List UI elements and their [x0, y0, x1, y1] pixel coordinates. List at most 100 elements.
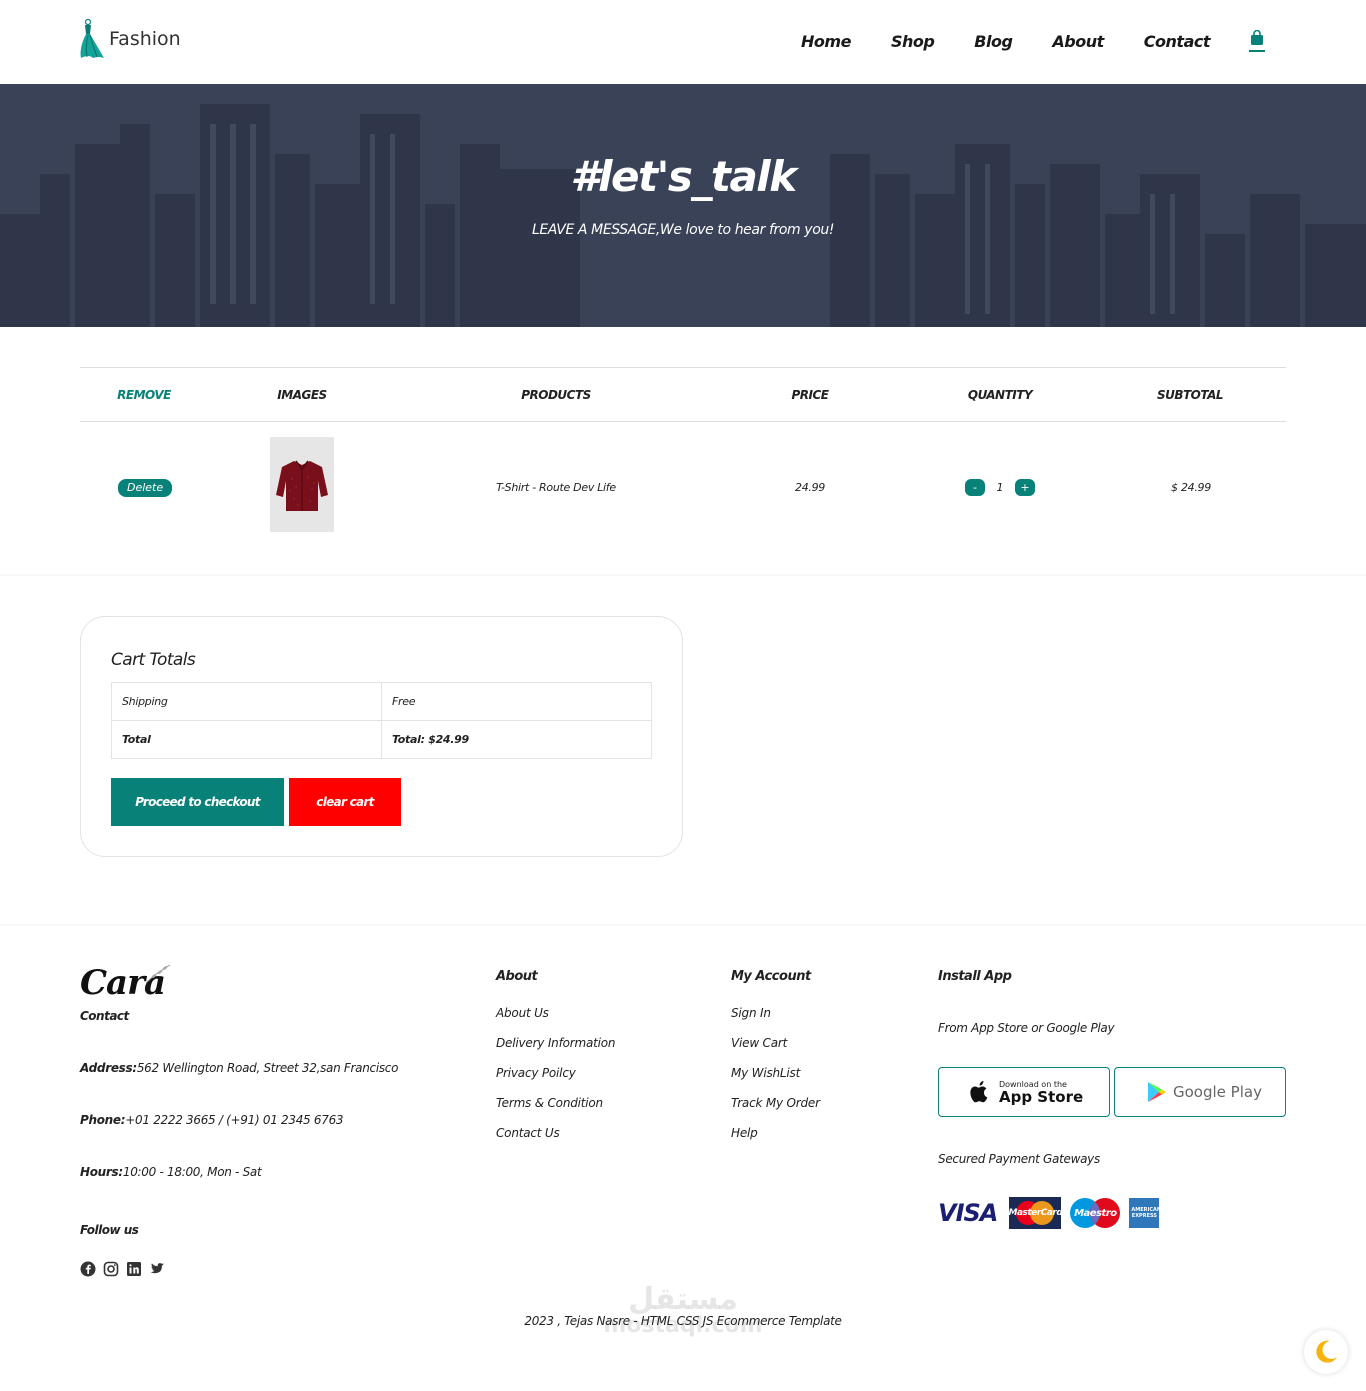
- proceed-checkout-button[interactable]: Proceed to checkout: [111, 778, 284, 826]
- site-logo[interactable]: Fashion: [79, 18, 181, 60]
- mastercard-text: MasterCard: [1008, 1208, 1063, 1218]
- watermark-arabic: مستقل: [628, 1282, 738, 1317]
- social-links: [80, 1261, 165, 1277]
- address-label: Address:: [80, 1061, 137, 1075]
- instagram-icon[interactable]: [103, 1261, 119, 1277]
- quantity-stepper: - 1 +: [965, 479, 1035, 496]
- section-divider: [0, 924, 1366, 926]
- maestro-text: Maestro: [1074, 1207, 1117, 1219]
- hours-label: Hours:: [80, 1165, 123, 1179]
- account-title: My Account: [731, 969, 811, 984]
- shipping-row: Shipping Free: [111, 682, 652, 721]
- address-value: 562 Wellington Road, Street 32,san Franc…: [136, 1061, 399, 1075]
- footer-brand-logo[interactable]: Cara: [80, 963, 171, 1003]
- product-price: 24.99: [795, 481, 825, 494]
- apple-icon: [970, 1081, 988, 1103]
- google-play-text: Google Play: [1173, 1083, 1262, 1101]
- address-line: Address:562 Wellington Road, Street 32,s…: [80, 1061, 398, 1075]
- mostaql-watermark: مستقل mostaql.com: [0, 1282, 1366, 1338]
- dress-logo-icon: [80, 18, 104, 58]
- delete-button[interactable]: Delete: [118, 479, 173, 497]
- phone-line: Phone:+01 2222 3665 / (+91) 01 2345 6763: [80, 1113, 344, 1127]
- total-value: Total: $24.99: [381, 720, 652, 759]
- col-remove: REMOVE: [117, 388, 171, 402]
- copyright-text: 2023 , Tejas Nasre - HTML CSS JS Ecommer…: [524, 1314, 842, 1328]
- maestro-logo: Maestro: [1069, 1197, 1121, 1229]
- footer-link-delivery[interactable]: Delivery Information: [496, 1036, 616, 1050]
- section-divider: [0, 574, 1366, 576]
- nav-contact[interactable]: Contact: [1144, 32, 1211, 51]
- hero-banner: #let's_talk LEAVE A MESSAGE,We love to h…: [0, 84, 1366, 327]
- footer-link-terms[interactable]: Terms & Condition: [496, 1096, 603, 1110]
- hero-subtitle: LEAVE A MESSAGE,We love to hear from you…: [531, 222, 835, 238]
- google-play-icon: [1148, 1082, 1166, 1102]
- cart-totals-title: Cart Totals: [111, 650, 196, 670]
- product-subtotal: $ 24.99: [1171, 481, 1211, 494]
- cart-link[interactable]: [1248, 30, 1266, 52]
- footer-link-track-order[interactable]: Track My Order: [731, 1096, 820, 1110]
- footer-link-view-cart[interactable]: View Cart: [731, 1036, 787, 1050]
- app-store-button[interactable]: Download on the App Store: [938, 1067, 1110, 1117]
- dark-mode-toggle[interactable]: [1304, 1330, 1348, 1374]
- col-subtotal: SUBTOTAL: [1156, 388, 1224, 402]
- nav-shop[interactable]: Shop: [891, 32, 935, 51]
- footer-link-privacy[interactable]: Privacy Poilcy: [496, 1066, 576, 1080]
- cart-table: REMOVE IMAGES PRODUCTS PRICE QUANTITY SU…: [80, 367, 1286, 552]
- col-quantity: QUANTITY: [967, 388, 1033, 402]
- col-products: PRODUCTS: [521, 388, 591, 402]
- hero-title: #let's_talk: [570, 152, 797, 201]
- mastercard-logo: MasterCard: [1008, 1197, 1063, 1229]
- product-name: T-Shirt - Route Dev Life: [496, 481, 616, 494]
- twitter-icon[interactable]: [149, 1261, 165, 1277]
- col-price: PRICE: [791, 388, 829, 402]
- quantity-value: 1: [996, 481, 1004, 494]
- app-store-big-text: App Store: [999, 1087, 1084, 1106]
- linkedin-icon[interactable]: [126, 1261, 142, 1277]
- shipping-value: Free: [381, 682, 652, 721]
- follow-title: Follow us: [80, 1223, 139, 1237]
- amex-text: AMERICAN EXPRESS: [1131, 1207, 1162, 1219]
- shopping-bag-icon: [1251, 30, 1263, 45]
- logo-text: Fashion: [109, 28, 181, 50]
- footer-link-contact[interactable]: Contact Us: [496, 1126, 560, 1140]
- phone-label: Phone:: [80, 1113, 126, 1127]
- facebook-icon[interactable]: [80, 1261, 96, 1277]
- clear-cart-button[interactable]: clear cart: [289, 778, 401, 826]
- nav-home[interactable]: Home: [801, 32, 851, 51]
- phone-value: +01 2222 3665 / (+91) 01 2345 6763: [125, 1113, 344, 1127]
- totals-table: Shipping Free Total Total: $24.99: [111, 682, 652, 759]
- nav-blog[interactable]: Blog: [974, 32, 1013, 51]
- shirt-image: [276, 460, 328, 511]
- hours-value: 10:00 - 18:00, Mon - Sat: [122, 1165, 262, 1179]
- active-underline: [1249, 50, 1265, 52]
- city-skyline-image: [0, 104, 1366, 327]
- about-title: About: [496, 969, 538, 984]
- table-row: Delete T-Shirt - Route Dev Life 24.99 - …: [80, 422, 1286, 552]
- shipping-label: Shipping: [111, 682, 382, 721]
- leaf-sprig-icon: [145, 964, 171, 984]
- install-title: Install App: [938, 969, 1012, 984]
- footer-link-help[interactable]: Help: [731, 1126, 758, 1140]
- total-label: Total: [111, 720, 382, 759]
- payment-title: Secured Payment Gateways: [938, 1152, 1100, 1166]
- contact-title: Contact: [80, 1009, 129, 1023]
- cart-table-header: REMOVE IMAGES PRODUCTS PRICE QUANTITY SU…: [80, 367, 1286, 422]
- increment-button[interactable]: +: [1015, 479, 1035, 496]
- footer-link-wishlist[interactable]: My WishList: [731, 1066, 800, 1080]
- footer-link-about-us[interactable]: About Us: [496, 1006, 549, 1020]
- decrement-button[interactable]: -: [965, 479, 985, 496]
- footer-link-sign-in[interactable]: Sign In: [731, 1006, 771, 1020]
- nav-about[interactable]: About: [1052, 32, 1104, 51]
- cart-totals: Cart Totals Shipping Free Total Total: $…: [80, 616, 683, 857]
- payment-logos: VISA MasterCard Maestro AMERICAN EXPRESS: [938, 1197, 1162, 1229]
- hours-line: Hours:10:00 - 18:00, Mon - Sat: [80, 1165, 262, 1179]
- product-image[interactable]: [270, 437, 334, 532]
- google-play-button[interactable]: Google Play: [1114, 1067, 1286, 1117]
- amex-logo: AMERICAN EXPRESS: [1129, 1198, 1162, 1228]
- install-text: From App Store or Google Play: [938, 1021, 1115, 1035]
- visa-logo: VISA: [938, 1199, 998, 1227]
- site-header: Fashion Home Shop Blog About Contact: [0, 0, 1366, 84]
- total-row: Total Total: $24.99: [111, 720, 652, 759]
- main-nav: Home Shop Blog About Contact: [761, 30, 1266, 52]
- moon-icon: [1316, 1340, 1337, 1363]
